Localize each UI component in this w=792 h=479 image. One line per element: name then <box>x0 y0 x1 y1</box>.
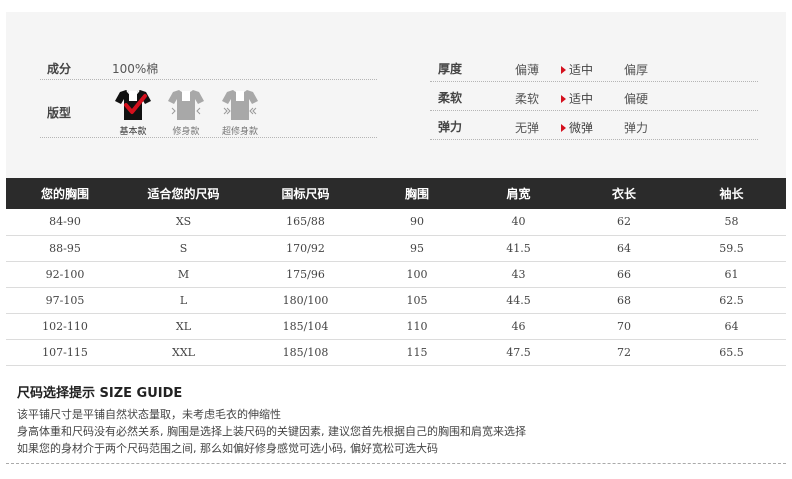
softness-option: 偏硬 <box>624 92 649 106</box>
divider <box>40 79 377 80</box>
fit-caption: 超修身款 <box>221 127 258 137</box>
thickness-selected-text: 适中 <box>569 63 594 77</box>
table-row: 84-90 XS 165/88 90 40 62 58 <box>6 209 786 236</box>
table-cell: 40 <box>466 209 571 236</box>
tshirt-checked-icon <box>115 90 151 120</box>
elasticity-option: 无弹 <box>515 121 540 135</box>
table-cell: L <box>124 287 243 314</box>
table-cell: 65.5 <box>677 339 786 366</box>
divider <box>430 139 758 140</box>
table-cell: 46 <box>466 313 571 340</box>
table-cell: 58 <box>677 209 786 236</box>
table-cell: 185/104 <box>243 313 368 340</box>
divider <box>430 110 758 111</box>
column-header: 您的胸围 <box>6 178 124 209</box>
table-row: 88-95 S 170/92 95 41.5 64 59.5 <box>6 235 786 262</box>
fit-caption: 基本款 <box>119 127 147 137</box>
column-header: 胸围 <box>368 178 466 209</box>
thickness-option-selected: 适中 <box>561 61 593 78</box>
tshirt-slim-icon <box>168 90 204 120</box>
column-header: 衣长 <box>571 178 677 209</box>
softness-selected-text: 适中 <box>569 92 594 106</box>
table-cell: M <box>124 261 243 288</box>
table-cell: 64 <box>571 235 677 262</box>
selected-arrow-icon <box>561 66 566 74</box>
guide-line: 身高体重和尺码没有必然关系, 胸围是选择上装尺码的关键因素, 建议您首先根据自己… <box>17 425 526 438</box>
size-chart-table: 您的胸围 适合您的尺码 国标尺码 胸围 肩宽 衣长 袖长 84-90 XS 16… <box>6 178 786 366</box>
fit-option-basic: 基本款 <box>111 88 155 137</box>
table-cell: 110 <box>368 313 466 340</box>
table-cell: XL <box>124 313 243 340</box>
table-row: 97-105 L 180/100 105 44.5 68 62.5 <box>6 287 786 314</box>
elasticity-option: 弹力 <box>624 121 649 135</box>
table-row: 107-115 XXL 185/108 115 47.5 72 65.5 <box>6 339 786 366</box>
composition-label: 成分 <box>47 62 72 76</box>
table-cell: 115 <box>368 339 466 366</box>
table-cell: XXL <box>124 339 243 366</box>
table-cell: 44.5 <box>466 287 571 314</box>
table-cell: S <box>124 235 243 262</box>
fit-option-extra-slim: 超修身款 <box>218 88 262 137</box>
table-cell: 64 <box>677 313 786 340</box>
table-cell: 107-115 <box>6 339 124 366</box>
composition-value: 100%棉 <box>112 62 159 76</box>
table-cell: 41.5 <box>466 235 571 262</box>
column-header: 袖长 <box>677 178 786 209</box>
table-cell: 100 <box>368 261 466 288</box>
bottom-divider <box>6 463 786 464</box>
table-cell: 180/100 <box>243 287 368 314</box>
table-cell: 102-110 <box>6 313 124 340</box>
guide-line: 该平铺尺寸是平铺自然状态量取，未考虑毛衣的伸缩性 <box>17 408 281 421</box>
table-cell: 62.5 <box>677 287 786 314</box>
column-header: 肩宽 <box>466 178 571 209</box>
table-cell: 185/108 <box>243 339 368 366</box>
table-cell: 95 <box>368 235 466 262</box>
table-cell: 90 <box>368 209 466 236</box>
table-cell: 97-105 <box>6 287 124 314</box>
softness-label: 柔软 <box>438 91 463 105</box>
selected-arrow-icon <box>561 124 566 132</box>
table-row: 92-100 M 175/96 100 43 66 61 <box>6 261 786 288</box>
thickness-option: 偏薄 <box>515 63 540 77</box>
guide-line: 如果您的身材介于两个尺码范围之间, 那么如偏好修身感觉可选小码, 偏好宽松可选大… <box>17 442 438 455</box>
fit-option-slim: 修身款 <box>164 88 208 137</box>
table-cell: 62 <box>571 209 677 236</box>
size-table-header-row: 您的胸围 适合您的尺码 国标尺码 胸围 肩宽 衣长 袖长 <box>6 178 786 209</box>
table-cell: 59.5 <box>677 235 786 262</box>
table-cell: 47.5 <box>466 339 571 366</box>
column-header: 适合您的尺码 <box>124 178 243 209</box>
table-cell: 92-100 <box>6 261 124 288</box>
thickness-label: 厚度 <box>438 62 463 76</box>
elasticity-option-selected: 微弹 <box>561 119 593 136</box>
column-header: 国标尺码 <box>243 178 368 209</box>
size-guide-title: 尺码选择提示 SIZE GUIDE <box>17 386 183 401</box>
table-cell: 175/96 <box>243 261 368 288</box>
thickness-option: 偏厚 <box>624 63 649 77</box>
table-cell: 170/92 <box>243 235 368 262</box>
table-cell: 43 <box>466 261 571 288</box>
table-cell: 105 <box>368 287 466 314</box>
table-cell: 88-95 <box>6 235 124 262</box>
elasticity-selected-text: 微弹 <box>569 121 594 135</box>
selected-arrow-icon <box>561 95 566 103</box>
divider <box>40 137 377 138</box>
table-cell: 61 <box>677 261 786 288</box>
softness-option-selected: 适中 <box>561 90 593 107</box>
tshirt-extra-slim-icon <box>222 90 258 120</box>
table-row: 102-110 XL 185/104 110 46 70 64 <box>6 313 786 340</box>
table-cell: 68 <box>571 287 677 314</box>
table-cell: 72 <box>571 339 677 366</box>
fit-label: 版型 <box>47 106 72 120</box>
softness-option: 柔软 <box>515 92 540 106</box>
elasticity-label: 弹力 <box>438 120 463 134</box>
divider <box>430 81 758 82</box>
fit-caption: 修身款 <box>172 127 200 137</box>
table-cell: 70 <box>571 313 677 340</box>
table-cell: 165/88 <box>243 209 368 236</box>
table-cell: 66 <box>571 261 677 288</box>
table-cell: 84-90 <box>6 209 124 236</box>
table-cell: XS <box>124 209 243 236</box>
